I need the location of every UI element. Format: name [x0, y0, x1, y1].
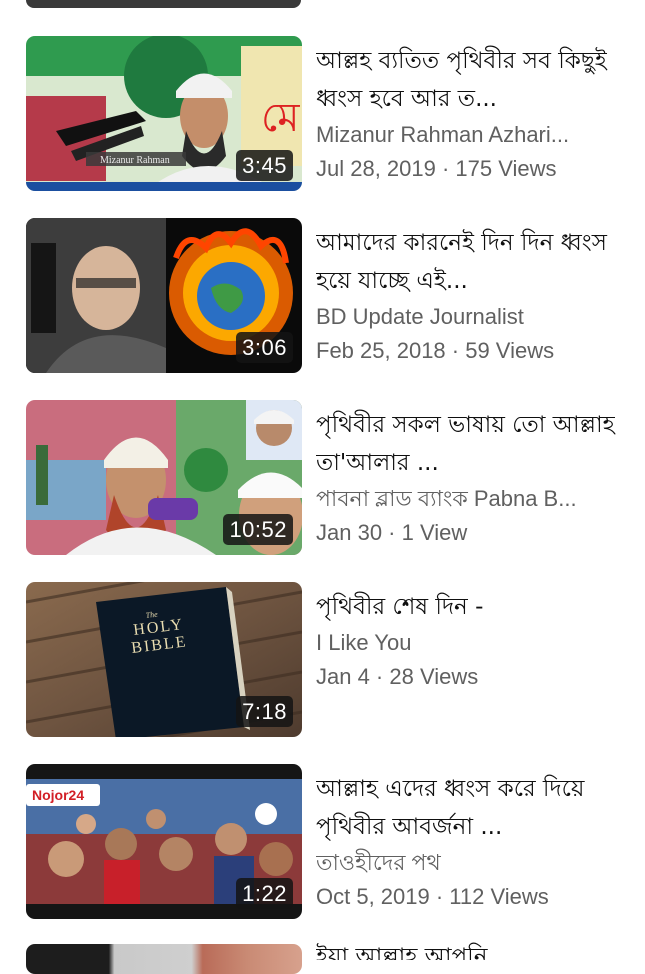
video-thumbnail[interactable]: মে Mizanur Rahman 3:45 [26, 36, 302, 191]
video-info[interactable]: পৃথিবীর সকল ভাষায় তো আল্লাহ তা'আলার ...… [316, 406, 626, 550]
partial-video-thumbnail-top[interactable] [26, 0, 301, 8]
video-duration: 1:22 [236, 878, 293, 909]
partial-video-title[interactable]: ইয়া আল্লাহ আপনি [316, 938, 616, 960]
channel-name[interactable]: I Like You [316, 626, 626, 660]
video-info[interactable]: আল্লহ ব্যতিত পৃথিবীর সব কিছুই ধ্বংস হবে … [316, 42, 626, 186]
channel-name[interactable]: Mizanur Rahman Azhari... [316, 118, 626, 152]
video-item[interactable]: মে Mizanur Rahman 3:45 আল্লহ ব্যতিত পৃথি… [0, 36, 645, 196]
video-meta: Oct 5, 2019 · 112 Views [316, 884, 549, 909]
partial-video-thumbnail-bottom[interactable] [26, 944, 302, 974]
channel-name[interactable]: পাবনা ব্লাড ব্যাংক Pabna B... [316, 482, 626, 516]
video-meta: Jan 30 · 1 View [316, 520, 468, 545]
video-info[interactable]: পৃথিবীর শেষ দিন - I Like You Jan 4 · 28 … [316, 588, 626, 694]
video-thumbnail[interactable]: The HOLY BIBLE 7:18 [26, 582, 302, 737]
video-title[interactable]: পৃথিবীর সকল ভাষায় তো আল্লাহ তা'আলার ... [316, 406, 626, 482]
video-meta: Jul 28, 2019 · 175 Views [316, 156, 557, 181]
channel-name[interactable]: তাওহীদের পথ [316, 846, 626, 880]
video-meta: Jan 4 · 28 Views [316, 664, 479, 689]
channel-logo-text: Nojor24 [32, 787, 84, 803]
thumb-caption: Mizanur Rahman [100, 155, 170, 166]
video-duration: 7:18 [236, 696, 293, 727]
video-meta: Feb 25, 2018 · 59 Views [316, 338, 555, 363]
video-thumbnail[interactable]: 10:52 [26, 400, 302, 555]
video-title[interactable]: আল্লাহ এদের ধ্বংস করে দিয়ে পৃথিবীর আবর্… [316, 770, 626, 846]
video-info[interactable]: আল্লাহ এদের ধ্বংস করে দিয়ে পৃথিবীর আবর্… [316, 770, 626, 914]
svg-text:মে: মে [261, 95, 300, 141]
video-thumbnail[interactable]: 3:06 [26, 218, 302, 373]
video-title[interactable]: পৃথিবীর শেষ দিন - [316, 588, 626, 626]
video-info[interactable]: আমাদের কারনেই দিন দিন ধ্বংস হয়ে যাচ্ছে … [316, 224, 626, 368]
video-item[interactable]: The HOLY BIBLE 7:18 পৃথিবীর শেষ দিন - I … [0, 582, 645, 742]
video-item[interactable]: 3:06 আমাদের কারনেই দিন দিন ধ্বংস হয়ে যা… [0, 218, 645, 378]
channel-name[interactable]: BD Update Journalist [316, 300, 626, 334]
video-duration: 3:45 [236, 150, 293, 181]
video-title[interactable]: আমাদের কারনেই দিন দিন ধ্বংস হয়ে যাচ্ছে … [316, 224, 626, 300]
video-thumbnail[interactable]: Nojor24 1:22 [26, 764, 302, 919]
video-title[interactable]: আল্লহ ব্যতিত পৃথিবীর সব কিছুই ধ্বংস হবে … [316, 42, 626, 118]
video-duration: 10:52 [223, 514, 293, 545]
video-item[interactable]: 10:52 পৃথিবীর সকল ভাষায় তো আল্লাহ তা'আল… [0, 400, 645, 560]
video-duration: 3:06 [236, 332, 293, 363]
video-item[interactable]: Nojor24 1:22 আল্লাহ এদের ধ্বংস করে দিয়ে… [0, 764, 645, 924]
